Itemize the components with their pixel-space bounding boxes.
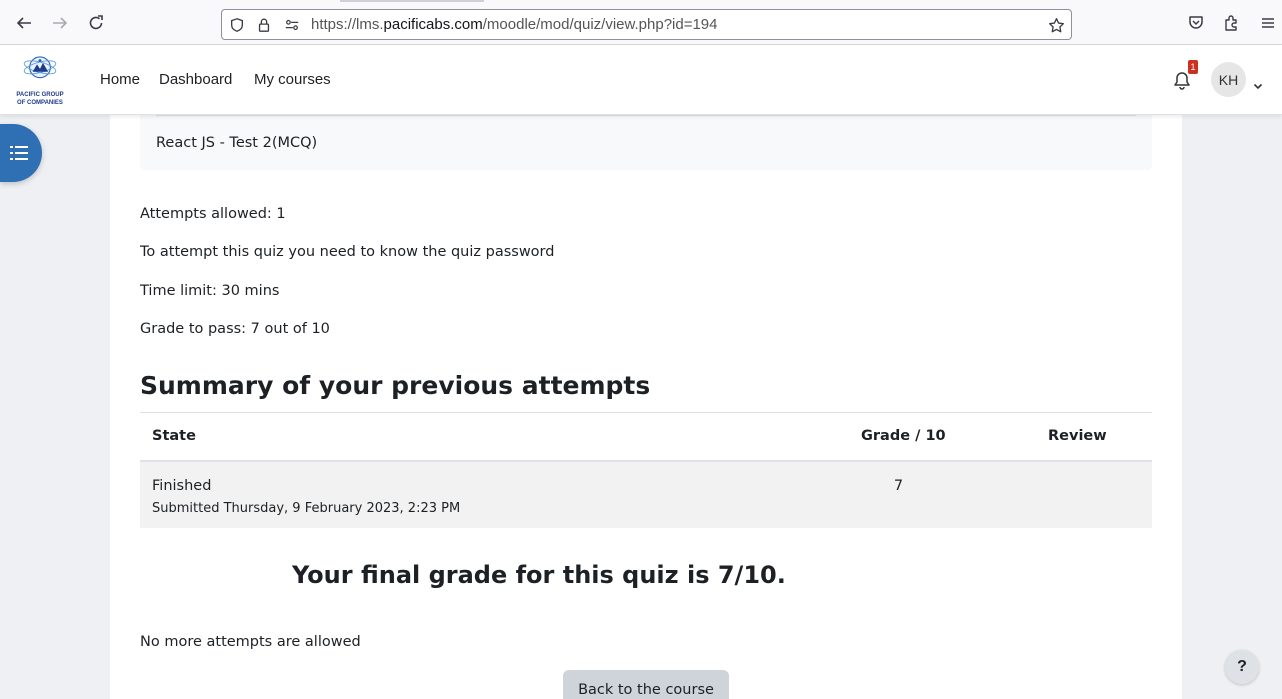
password-notice: To attempt this quiz you need to know th… xyxy=(140,244,555,260)
nav-link-dashboard[interactable]: Dashboard xyxy=(159,71,232,88)
attempt-state: Finished xyxy=(152,478,212,494)
course-index-toggle[interactable] xyxy=(0,124,42,182)
shield-icon[interactable] xyxy=(228,16,246,34)
column-header-state: State xyxy=(152,428,196,444)
attempt-grade: 7 xyxy=(893,478,904,494)
menu-icon[interactable] xyxy=(1257,12,1279,34)
summary-heading: Summary of your previous attempts xyxy=(140,371,651,400)
final-grade: Your final grade for this quiz is 7/10. xyxy=(292,561,786,589)
user-avatar[interactable]: KH xyxy=(1211,62,1246,97)
url-path: /moodle/mod/quiz/view.php?id=194 xyxy=(482,16,718,33)
list-icon xyxy=(10,146,28,160)
attempts-allowed: Attempts allowed: 1 xyxy=(140,206,286,222)
forward-icon[interactable] xyxy=(49,12,71,34)
grade-to-pass: Grade to pass: 7 out of 10 xyxy=(140,321,330,337)
nav-link-my-courses[interactable]: My courses xyxy=(254,71,331,88)
lock-icon[interactable] xyxy=(255,16,273,34)
table-row: Finished Submitted Thursday, 9 February … xyxy=(140,462,1152,528)
column-header-grade: Grade / 10 xyxy=(861,428,946,444)
url-bar[interactable]: https://lms.pacificabs.com/moodle/mod/qu… xyxy=(221,9,1072,40)
attempt-submitted: Submitted Thursday, 9 February 2023, 2:2… xyxy=(152,501,461,516)
browser-toolbar: https://lms.pacificabs.com/moodle/mod/qu… xyxy=(0,0,1282,45)
help-button[interactable]: ? xyxy=(1225,650,1259,684)
chevron-down-icon[interactable] xyxy=(1253,76,1263,90)
pocket-icon[interactable] xyxy=(1185,12,1207,34)
tab-indicator xyxy=(340,0,484,2)
logo-text-line2: OF COMPANIES xyxy=(17,100,63,106)
extensions-icon[interactable] xyxy=(1221,12,1243,34)
bookmark-star-icon[interactable] xyxy=(1047,16,1065,34)
back-icon[interactable] xyxy=(13,12,35,34)
no-more-attempts: No more attempts are allowed xyxy=(140,634,361,650)
url-prefix: https://lms. xyxy=(311,16,384,33)
logo-text-line1: PACIFIC GROUP xyxy=(16,92,64,98)
divider xyxy=(156,115,1136,116)
attempts-table: State Grade / 10 Review Finished Submitt… xyxy=(140,412,1152,528)
site-navbar: PACIFIC GROUP OF COMPANIES Home Dashboar… xyxy=(0,45,1282,115)
time-limit: Time limit: 30 mins xyxy=(140,283,280,299)
column-header-review: Review xyxy=(1048,428,1107,444)
nav-link-home[interactable]: Home xyxy=(100,71,140,88)
permissions-icon[interactable] xyxy=(283,16,301,34)
url-text[interactable]: https://lms.pacificabs.com/moodle/mod/qu… xyxy=(311,16,718,33)
main-content: React JS - Test 2(MCQ) Attempts allowed:… xyxy=(110,115,1182,699)
logo-text: PACIFIC GROUP OF COMPANIES xyxy=(13,91,67,107)
quiz-description-box: React JS - Test 2(MCQ) xyxy=(140,115,1152,170)
reload-icon[interactable] xyxy=(85,12,107,34)
url-domain: pacificabs.com xyxy=(383,16,483,33)
table-header: State Grade / 10 Review xyxy=(140,412,1152,462)
notification-badge: 1 xyxy=(1188,60,1198,74)
back-to-course-button[interactable]: Back to the course xyxy=(563,670,729,699)
quiz-description: React JS - Test 2(MCQ) xyxy=(156,135,318,151)
